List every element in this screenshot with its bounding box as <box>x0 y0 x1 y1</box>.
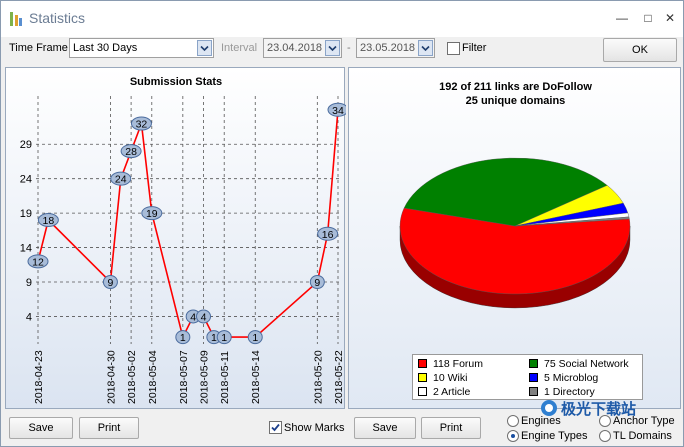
legend-label: 75 Social Network <box>544 358 629 370</box>
y-tick-label: 9 <box>26 277 32 289</box>
legend-label: 118 Forum <box>433 358 483 370</box>
chevron-down-icon[interactable] <box>197 40 212 56</box>
radio-engines[interactable] <box>507 415 519 427</box>
save-chart-button[interactable]: Save <box>9 417 73 439</box>
data-label: 4 <box>190 311 196 323</box>
legend-swatch <box>418 387 427 396</box>
legend-label: 2 Article <box>433 386 471 398</box>
print-pie-button[interactable]: Print <box>421 417 481 439</box>
radio-engine-types-label: Engine Types <box>521 430 588 442</box>
date-from-value: 23.04.2018 <box>267 42 323 54</box>
y-tick-label: 29 <box>20 139 32 151</box>
date-separator: - <box>347 42 351 54</box>
save-pie-button[interactable]: Save <box>354 417 416 439</box>
legend-item: 118 Forum <box>418 358 483 370</box>
data-label: 18 <box>43 215 55 227</box>
checkmark-icon <box>271 423 280 432</box>
date-to-picker[interactable]: 23.05.2018 <box>356 38 435 58</box>
radio-tl-domains[interactable] <box>599 430 611 442</box>
show-marks-label: Show Marks <box>284 422 345 434</box>
data-label: 24 <box>115 174 127 186</box>
data-label: 1 <box>252 332 258 344</box>
legend-item: 75 Social Network <box>529 358 629 370</box>
submission-stats-panel: Submission Stats 4 9 14 19 24 29 2018-04-23 201… <box>5 67 349 409</box>
data-label: 28 <box>125 146 137 158</box>
chevron-down-icon[interactable] <box>325 40 340 56</box>
legend-swatch <box>529 359 538 368</box>
x-tick-label: 2018-04-23 <box>33 350 45 404</box>
y-tick-label: 19 <box>20 208 32 220</box>
data-label: 4 <box>201 311 207 323</box>
x-tick-label: 2018-05-14 <box>250 350 262 404</box>
data-label: 34 <box>332 105 344 117</box>
line-chart-title: Submission Stats <box>129 76 223 88</box>
show-marks-checkbox[interactable] <box>269 421 282 434</box>
y-tick-label: 4 <box>26 311 32 323</box>
data-label: 1 <box>221 332 227 344</box>
timeframe-label: Time Frame <box>9 42 68 54</box>
x-tick-label: 2018-05-22 <box>333 350 345 404</box>
legend-swatch <box>529 373 538 382</box>
legend-swatch <box>418 359 427 368</box>
toolbar: Time Frame Last 30 Days Interval 23.04.2… <box>1 37 683 63</box>
legend-swatch <box>418 373 427 382</box>
filter-checkbox[interactable] <box>447 42 460 55</box>
data-label: 19 <box>146 208 158 220</box>
app-icon <box>10 12 22 26</box>
data-label: 16 <box>322 229 334 241</box>
pie-legend: 118 Forum 75 Social Network 10 Wiki 5 Mi… <box>412 354 643 400</box>
date-from-picker[interactable]: 23.04.2018 <box>263 38 342 58</box>
x-tick-label: 2018-05-04 <box>147 350 159 404</box>
legend-item: 5 Microblog <box>529 372 598 384</box>
date-to-value: 23.05.2018 <box>360 42 416 54</box>
x-tick-label: 2018-05-09 <box>199 350 211 404</box>
pie-chart <box>399 157 631 309</box>
legend-item: 10 Wiki <box>418 372 467 384</box>
line-chart: 49141924292018-04-23 2018-04-30 2018-05-02… <box>20 96 349 404</box>
timeframe-select[interactable]: Last 30 Days <box>69 38 214 58</box>
data-label: 12 <box>32 256 44 268</box>
data-label: 9 <box>107 277 113 289</box>
links-pie-panel: 192 of 211 links are DoFollow 25 unique … <box>348 67 681 409</box>
radio-tl-domains-label: TL Domains <box>613 430 672 442</box>
data-label: 9 <box>314 277 320 289</box>
ok-button[interactable]: OK <box>603 38 677 62</box>
radio-engine-types[interactable] <box>507 430 519 442</box>
x-tick-label: 2018-05-07 <box>178 350 190 404</box>
x-tick-label: 2018-04-30 <box>105 350 117 404</box>
x-tick-label: 2018-05-20 <box>312 350 324 404</box>
data-label: 1 <box>180 332 186 344</box>
legend-item: 2 Article <box>418 386 470 398</box>
legend-label: 10 Wiki <box>433 372 468 384</box>
window-title: Statistics <box>29 10 86 26</box>
x-tick-label: 2018-05-02 <box>126 350 138 404</box>
x-tick-label: 2018-05-11 <box>219 351 231 404</box>
print-chart-button[interactable]: Print <box>79 417 139 439</box>
statistics-window: Statistics — □ ✕ Time Frame Last 30 Days… <box>0 0 684 447</box>
legend-label: 5 Microblog <box>544 372 599 384</box>
minimize-icon[interactable]: — <box>611 9 633 27</box>
watermark-logo: 极光下载站 <box>541 400 636 418</box>
interval-label: Interval <box>221 42 258 54</box>
data-label: 1 <box>211 332 217 344</box>
data-label: 32 <box>136 119 148 131</box>
y-tick-label: 14 <box>20 243 32 255</box>
timeframe-value: Last 30 Days <box>73 42 138 54</box>
watermark-text: 极光下载站 <box>561 400 636 418</box>
chevron-down-icon[interactable] <box>418 40 433 56</box>
legend-swatch <box>529 387 538 396</box>
filter-label: Filter <box>462 42 487 54</box>
close-icon[interactable]: ✕ <box>659 9 681 27</box>
maximize-icon[interactable]: □ <box>637 9 659 27</box>
title-bar: Statistics — □ ✕ <box>1 1 683 37</box>
y-tick-label: 24 <box>20 174 32 186</box>
